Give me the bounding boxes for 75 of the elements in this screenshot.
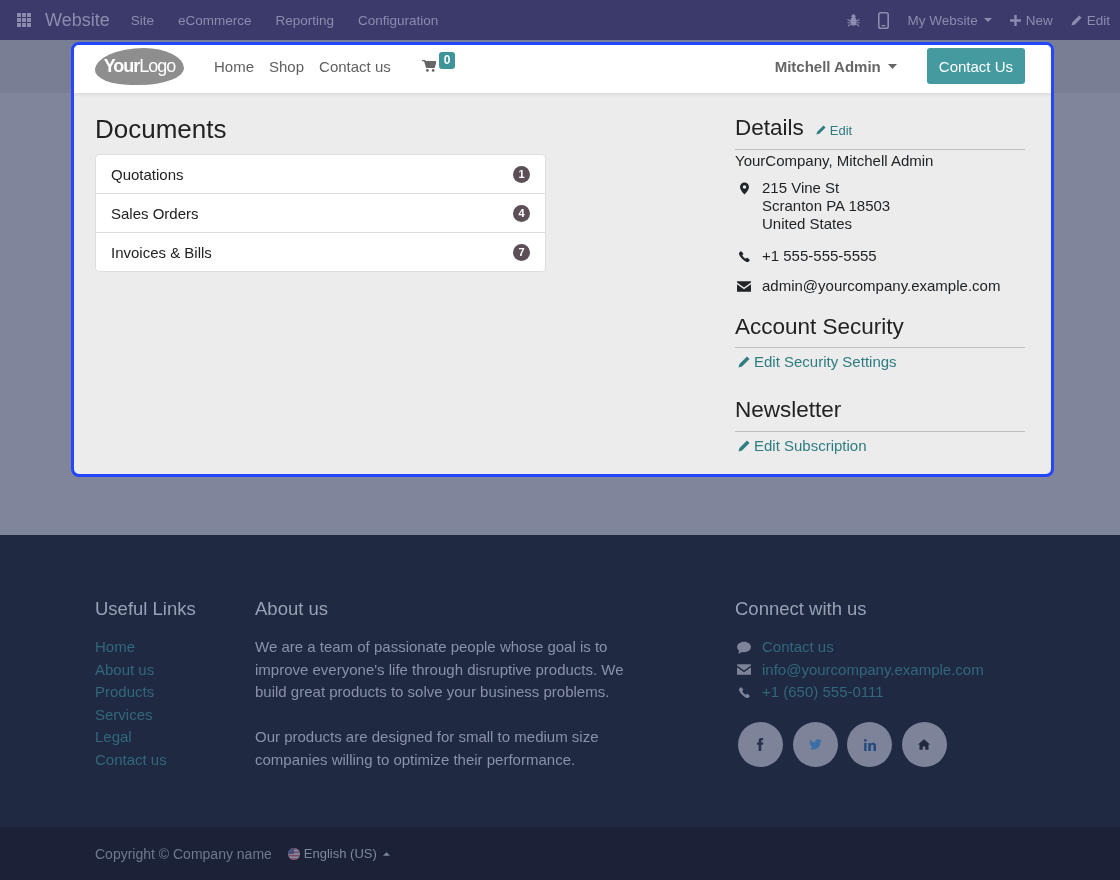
logo[interactable]: YourLogo bbox=[95, 47, 184, 85]
about-text: Our products are designed for small to medium size companies willing to optimize their performance. bbox=[255, 727, 600, 770]
pencil-icon bbox=[815, 125, 826, 135]
footer-heading: Useful Links bbox=[95, 598, 196, 620]
count-badge: 7 bbox=[513, 243, 530, 261]
linkedin-icon bbox=[863, 738, 876, 751]
pencil-icon bbox=[1070, 14, 1082, 26]
cart-icon[interactable] bbox=[421, 60, 436, 72]
social-button[interactable] bbox=[847, 722, 892, 767]
footer-link[interactable]: Contact us bbox=[762, 636, 834, 659]
home-icon bbox=[918, 739, 930, 750]
envelope-icon bbox=[737, 280, 751, 292]
social-button[interactable] bbox=[901, 722, 947, 767]
flag-icon bbox=[287, 847, 300, 860]
section-heading: Documents bbox=[95, 114, 228, 145]
address-text: 215 Vine St Scranton PA 18503 United States bbox=[762, 179, 891, 233]
section-heading: Details bbox=[735, 114, 804, 141]
nav-link[interactable]: Home bbox=[214, 57, 254, 75]
phone-icon bbox=[738, 250, 750, 262]
section-heading: Newsletter bbox=[735, 396, 843, 423]
caret-icon bbox=[887, 63, 897, 69]
caret-icon bbox=[382, 851, 390, 856]
footer-link[interactable]: Products bbox=[95, 681, 155, 704]
menu-item[interactable]: Reporting bbox=[263, 0, 347, 40]
count-badge: 1 bbox=[513, 165, 530, 183]
social-button[interactable] bbox=[738, 722, 783, 767]
chat-bubble-icon bbox=[737, 640, 751, 654]
bug-icon[interactable] bbox=[847, 13, 861, 27]
envelope-icon bbox=[737, 664, 751, 676]
footer-link[interactable]: Contact us bbox=[95, 748, 167, 771]
twitter-bird-icon bbox=[808, 739, 822, 750]
footer-link[interactable]: info@yourcompany.example.com bbox=[762, 658, 984, 681]
edit-button[interactable]: Edit bbox=[1061, 0, 1119, 40]
document-link[interactable]: Sales Orders 4 bbox=[96, 193, 545, 232]
apps-grid-icon[interactable] bbox=[17, 13, 31, 27]
menu-item[interactable]: Configuration bbox=[346, 0, 451, 40]
edit-link[interactable]: Edit bbox=[815, 122, 853, 138]
menu-item[interactable]: Site bbox=[118, 0, 166, 40]
menu-item[interactable]: eCommerce bbox=[165, 0, 264, 40]
cart-count-badge: 0 bbox=[438, 52, 456, 69]
footer-link[interactable]: +1 (650) 555-0111 bbox=[762, 681, 884, 704]
language-selector[interactable]: English (US) bbox=[287, 846, 390, 861]
footer-link[interactable]: Home bbox=[95, 636, 135, 659]
pencil-icon bbox=[738, 356, 750, 368]
contact-name: YourCompany, Mitchell Admin bbox=[735, 151, 935, 171]
footer-link[interactable]: Legal bbox=[95, 726, 132, 749]
footer-heading: Connect with us bbox=[735, 598, 867, 620]
phone-icon bbox=[738, 686, 750, 698]
footer-heading: About us bbox=[255, 598, 329, 620]
copyright-text: Copyright © Company name bbox=[95, 845, 272, 862]
about-text: We are a team of passionate people whose goal is to improve everyone's life through disruptive products. We build great products to solve your business problems. bbox=[255, 637, 625, 702]
document-link[interactable]: Quotations 1 bbox=[96, 155, 545, 193]
nav-link[interactable]: Contact us bbox=[319, 57, 391, 75]
section-heading: Account Security bbox=[735, 313, 905, 340]
map-marker-icon bbox=[739, 181, 749, 195]
mobile-phone-icon[interactable] bbox=[878, 11, 890, 29]
caret-icon bbox=[983, 18, 992, 22]
edit-subscription-link[interactable]: Edit Subscription bbox=[735, 435, 867, 457]
social-button[interactable] bbox=[792, 722, 838, 767]
footer-link[interactable]: Services bbox=[95, 703, 153, 726]
app-title: Website bbox=[45, 9, 110, 31]
footer-link[interactable]: About us bbox=[95, 658, 155, 681]
edit-security-link[interactable]: Edit Security Settings bbox=[735, 351, 897, 373]
pencil-icon bbox=[738, 440, 750, 452]
count-badge: 4 bbox=[513, 204, 530, 222]
document-link[interactable]: Invoices & Bills 7 bbox=[96, 232, 545, 271]
new-button[interactable]: New bbox=[1000, 0, 1062, 40]
contact-us-button[interactable]: Contact Us bbox=[926, 48, 1025, 84]
nav-link[interactable]: Shop bbox=[269, 57, 305, 75]
user-menu[interactable]: Mitchell Admin bbox=[774, 57, 897, 75]
email-address: admin@yourcompany.example.com bbox=[762, 277, 1001, 295]
plus-icon bbox=[1009, 14, 1021, 26]
website-selector[interactable]: My Website bbox=[898, 0, 1001, 40]
facebook-icon bbox=[757, 738, 764, 751]
phone-number: +1 555-555-5555 bbox=[762, 247, 877, 265]
